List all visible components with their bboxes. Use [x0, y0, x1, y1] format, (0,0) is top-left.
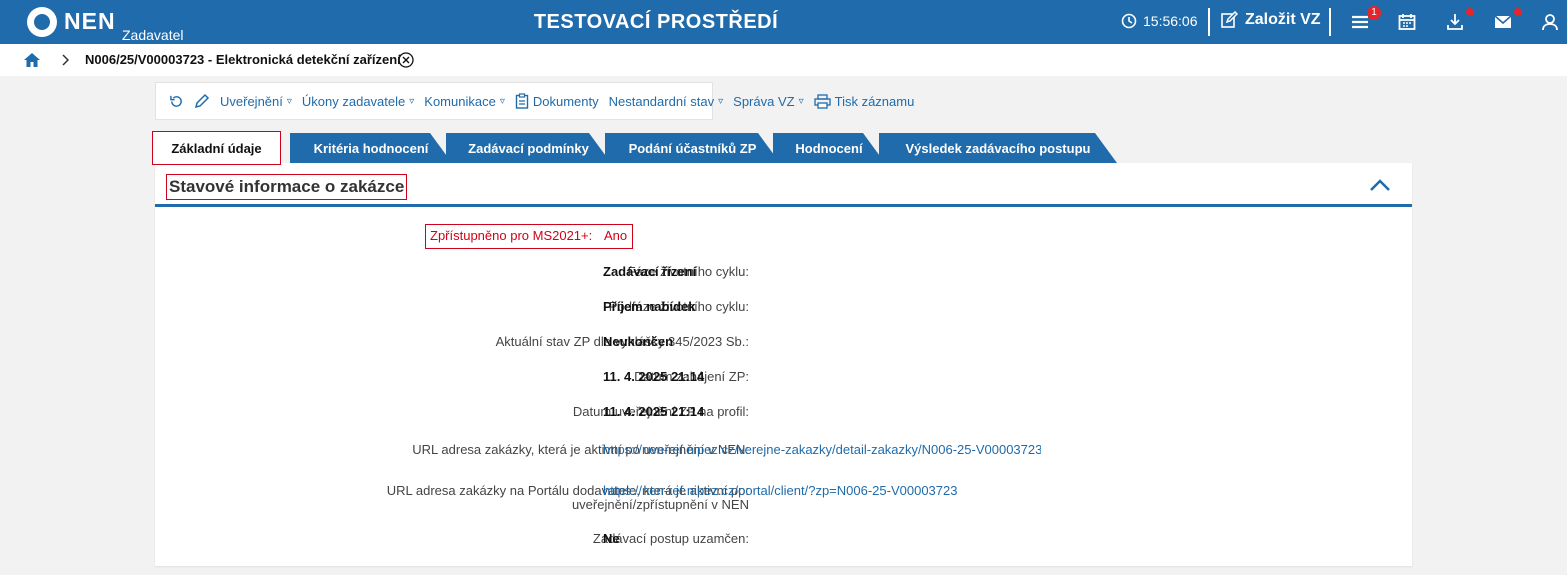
clock-icon — [1121, 13, 1137, 29]
menu-tisk-zaznamu[interactable]: Tisk záznamu — [809, 94, 920, 109]
printer-icon — [813, 93, 831, 109]
pencil-icon — [194, 93, 210, 109]
tab-label: Základní údaje — [171, 140, 262, 156]
caret-down-icon: ▿ — [499, 95, 505, 107]
menu-label: Tisk záznamu — [834, 93, 915, 109]
tab-label: Výsledek zadávacího postupu — [905, 140, 1091, 156]
field-value: Příjem nabídek — [603, 299, 696, 314]
environment-title: TESTOVACÍ PROSTŘEDÍ — [533, 11, 779, 33]
menu-label: Dokumenty — [532, 93, 599, 109]
menu-label: Nestandardní stav — [608, 93, 715, 109]
close-icon[interactable] — [398, 52, 414, 68]
tab-podani-ucastniku[interactable]: Podání účastníků ZP — [605, 133, 780, 163]
caret-down-icon: ▿ — [718, 95, 724, 107]
section-title: Stavové informace o zakázce — [166, 174, 408, 200]
create-tender-button[interactable]: Založit VZ — [1220, 11, 1321, 29]
field-label: uveřejnění/zpřístupnění v NEN — [571, 497, 749, 512]
ms2021-value: Ano — [604, 228, 628, 243]
menu-label: Úkony zadavatele — [301, 93, 406, 109]
field-label: Zadávací postup uzamčen: — [592, 531, 749, 546]
header-divider — [1208, 8, 1210, 36]
create-tender-label: Založit VZ — [1245, 11, 1321, 28]
breadcrumb-current[interactable]: N006/25/V00003723 - Elektronická detekčn… — [85, 52, 401, 67]
clock-time: 15:56:06 — [1143, 13, 1198, 29]
mail-notification-dot — [1514, 8, 1522, 16]
tab-hodnoceni[interactable]: Hodnocení — [773, 133, 885, 163]
menu-label: Komunikace — [424, 93, 496, 109]
ms2021-label: Zpřístupněno pro MS2021+: — [430, 228, 593, 243]
menu-label: Uveřejnění — [220, 93, 283, 109]
top-header: NEN Zadavatel TESTOVACÍ PROSTŘEDÍ 15:56:… — [0, 0, 1567, 44]
download-notification-dot — [1466, 8, 1474, 16]
header-divider — [1329, 8, 1331, 36]
menu-uverejneni[interactable]: Uveřejnění ▿ — [215, 94, 297, 109]
breadcrumb: N006/25/V00003723 - Elektronická detekčn… — [0, 44, 1567, 76]
field-value: Ne — [603, 531, 620, 546]
field-label: Aktuální stav ZP dle vyhlášky 345/2023 S… — [495, 334, 749, 349]
menu-dokumenty[interactable]: Dokumenty — [510, 93, 604, 109]
tab-label: Zadávací podmínky — [468, 140, 589, 156]
caret-down-icon: ▿ — [798, 95, 804, 107]
menu-ukony-zadavatele[interactable]: Úkony zadavatele ▿ — [297, 94, 419, 109]
section-divider — [155, 204, 1412, 207]
tab-zakladni-udaje[interactable]: Základní údaje — [152, 131, 281, 165]
menu-komunikace[interactable]: Komunikace ▿ — [419, 94, 510, 109]
tab-kriteria-hodnoceni[interactable]: Kritéria hodnocení — [290, 133, 452, 163]
menu-nestandardni-stav[interactable]: Nestandardní stav ▿ — [604, 94, 729, 109]
tab-label: Podání účastníků ZP — [628, 140, 757, 156]
user-icon[interactable] — [1540, 12, 1560, 32]
field-value: 11. 4. 2025 21:14 — [603, 369, 705, 384]
tab-vysledek-zadavaciho-postupu[interactable]: Výsledek zadávacího postupu — [879, 133, 1117, 163]
field-value: Neukončen — [603, 334, 674, 349]
field-value: 11. 4. 2025 21:14 — [603, 404, 705, 419]
mail-icon[interactable] — [1493, 12, 1513, 32]
session-clock: 15:56:06 — [1121, 13, 1198, 29]
tab-label: Kritéria hodnocení — [313, 140, 429, 156]
action-toolbar: Uveřejnění ▿ Úkony zadavatele ▿ Komunikace… — [155, 82, 914, 120]
chevron-up-icon[interactable] — [1369, 178, 1391, 192]
caret-down-icon: ▿ — [286, 95, 292, 107]
tab-zadavaci-podminky[interactable]: Zadávací podmínky — [446, 133, 611, 163]
nen-url-link[interactable]: https://nen-ref.nipez.cz/verejne-zakazky… — [603, 442, 1041, 457]
calendar-icon[interactable] — [1397, 12, 1417, 32]
tab-label: Hodnocení — [795, 140, 863, 156]
portal-url-link[interactable]: https://nen-ref.nipez.cz/portal/client/?… — [603, 483, 957, 498]
menu-notification-badge: 1 — [1367, 6, 1381, 20]
menu-sprava-vz[interactable]: Správa VZ ▿ — [728, 94, 808, 109]
caret-down-icon: ▿ — [409, 95, 415, 107]
download-icon[interactable] — [1445, 12, 1465, 32]
clipboard-icon — [515, 93, 529, 109]
menu-label: Správa VZ — [733, 93, 795, 109]
chevron-right-icon — [62, 54, 69, 66]
refresh-icon — [170, 95, 182, 107]
edit-button[interactable] — [189, 93, 215, 109]
field-value: Zadávací řízení — [603, 264, 697, 279]
refresh-button[interactable] — [164, 94, 189, 109]
home-icon[interactable] — [23, 52, 41, 68]
edit-icon — [1221, 11, 1238, 28]
